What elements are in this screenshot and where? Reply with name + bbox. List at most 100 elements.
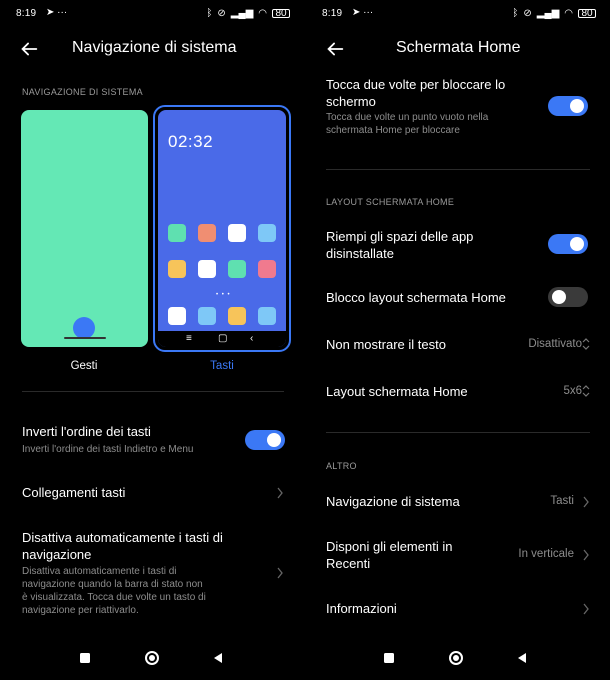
- section-label: LAYOUT SCHERMATA HOME: [326, 197, 455, 207]
- auto-disable-keys-row[interactable]: Disattiva automaticamente i tasti di nav…: [0, 530, 304, 620]
- page-title: Navigazione di sistema: [72, 39, 237, 56]
- chevron-right-icon: [583, 496, 589, 508]
- app-icon: [198, 224, 216, 242]
- app-icon: [258, 224, 276, 242]
- app-icon: [228, 224, 246, 242]
- row-title: Informazioni: [326, 601, 397, 616]
- tasti-label: Tasti: [210, 360, 234, 372]
- up-down-icon: [582, 338, 590, 350]
- left-screen: 8:19 ➤ ··· ᛒ ⊘ ▂▄▆ ◠ 80 Navigazione di s…: [0, 0, 304, 680]
- row-title-line2: schermo: [326, 94, 376, 109]
- divider: [326, 169, 590, 170]
- signal-icon: ▂▄▆: [536, 8, 560, 19]
- row-subtitle-line2: navigazione quando la barra di stato non: [22, 579, 203, 590]
- dock-icon: [228, 307, 246, 325]
- gesture-bar: [64, 337, 106, 339]
- header: Navigazione di sistema: [0, 38, 304, 60]
- status-time: 8:19: [16, 8, 37, 19]
- wifi-icon: ◠: [564, 8, 573, 19]
- hide-text-row[interactable]: Non mostrare il testo Disattivato: [306, 337, 610, 355]
- telegram-icon: ➤ ···: [352, 7, 374, 18]
- row-title-line2: Recenti: [326, 556, 371, 571]
- row-subtitle-line4: navigazione per riattivarlo.: [22, 605, 139, 616]
- back-arrow-icon[interactable]: [324, 38, 348, 60]
- row-title: Collegamenti tasti: [22, 485, 126, 500]
- divider: [22, 391, 284, 392]
- bluetooth-icon: ᛒ: [512, 8, 519, 19]
- invert-keys-row[interactable]: Inverti l'ordine dei tasti Inverti l'ord…: [0, 424, 304, 460]
- gesture-dot: [73, 317, 95, 339]
- recents-square-icon[interactable]: [381, 650, 397, 666]
- row-subtitle-line2: schermata Home per bloccare: [326, 125, 460, 136]
- section-label: ALTRO: [326, 461, 357, 471]
- signal-icon: ▂▄▆: [230, 8, 254, 19]
- lock-layout-toggle[interactable]: [548, 287, 588, 307]
- chevron-right-icon: [583, 603, 589, 615]
- row-subtitle-line3: è visualizzata. Tocca due volte un tasto…: [22, 592, 206, 603]
- row-value: In verticale: [518, 548, 574, 560]
- row-value: Tasti: [550, 495, 574, 507]
- row-title-line1: Riempi gli spazi delle app: [326, 229, 474, 244]
- recents-layout-row[interactable]: Disponi gli elementi in Recenti In verti…: [306, 539, 610, 573]
- row-subtitle: Inverti l'ordine dei tasti Indietro e Me…: [22, 444, 194, 455]
- row-title: Non mostrare il testo: [326, 337, 446, 352]
- telegram-icon: ➤ ···: [46, 7, 68, 18]
- back-arrow-icon[interactable]: [18, 38, 42, 60]
- row-title-line2: disinstallate: [326, 246, 394, 261]
- double-tap-lock-row[interactable]: Tocca due volte per bloccare lo schermo …: [306, 77, 610, 139]
- dock-icon: [168, 307, 186, 325]
- page-dots: • • •: [216, 292, 231, 298]
- gesti-preview-card[interactable]: [21, 110, 148, 347]
- battery-icon: 80: [578, 9, 596, 19]
- back-triangle-icon[interactable]: [514, 650, 530, 666]
- section-label: NAVIGAZIONE DI SISTEMA: [22, 87, 143, 97]
- row-value: 5x6: [563, 385, 582, 397]
- fill-gaps-toggle[interactable]: [548, 234, 588, 254]
- mini-navbar: ≡ ▢ ‹: [158, 331, 286, 347]
- system-navbar: [0, 636, 304, 680]
- key-shortcuts-row[interactable]: Collegamenti tasti: [0, 485, 304, 503]
- divider: [326, 432, 590, 433]
- chevron-right-icon: [277, 567, 283, 579]
- mini-back-icon: ‹: [250, 333, 254, 344]
- row-title: Inverti l'ordine dei tasti: [22, 424, 151, 439]
- invert-keys-toggle[interactable]: [245, 430, 285, 450]
- chevron-right-icon: [583, 549, 589, 561]
- home-circle-icon[interactable]: [448, 650, 464, 666]
- header: Schermata Home: [306, 38, 610, 60]
- fill-gaps-row[interactable]: Riempi gli spazi delle app disinstallate: [306, 229, 610, 263]
- double-tap-lock-toggle[interactable]: [548, 96, 588, 116]
- info-row[interactable]: Informazioni: [306, 601, 610, 619]
- mini-home-icon: ▢: [218, 333, 228, 344]
- back-triangle-icon[interactable]: [210, 650, 226, 666]
- tasti-preview-screen: 02:32 • • • ≡ ▢ ‹: [158, 110, 286, 347]
- row-title-line1: Tocca due volte per bloccare lo: [326, 77, 506, 92]
- system-navbar: [306, 636, 610, 680]
- row-subtitle-line1: Tocca due volte un punto vuoto nella: [326, 112, 489, 123]
- system-nav-row[interactable]: Navigazione di sistema Tasti: [306, 494, 610, 512]
- row-title: Navigazione di sistema: [326, 494, 460, 509]
- app-icon: [198, 260, 216, 278]
- row-subtitle-line1: Disattiva automaticamente i tasti di: [22, 566, 177, 577]
- app-icon: [258, 260, 276, 278]
- wifi-icon: ◠: [258, 8, 267, 19]
- row-title-line1: Disattiva automaticamente i tasti di: [22, 530, 223, 545]
- recents-square-icon[interactable]: [77, 650, 93, 666]
- row-title-line1: Disponi gli elementi in: [326, 539, 453, 554]
- app-icon: [168, 260, 186, 278]
- bluetooth-icon: ᛒ: [206, 8, 213, 19]
- phone-clock: 02:32: [168, 132, 214, 151]
- row-title: Layout schermata Home: [326, 384, 468, 399]
- app-icon: [168, 224, 186, 242]
- gesti-label: Gesti: [70, 360, 98, 372]
- alarm-off-icon: ⊘: [523, 8, 532, 19]
- row-title-line2: navigazione: [22, 547, 92, 562]
- row-value: Disattivato: [528, 338, 582, 350]
- status-time: 8:19: [322, 8, 343, 19]
- page-title: Schermata Home: [396, 39, 521, 56]
- lock-layout-row[interactable]: Blocco layout schermata Home: [306, 287, 610, 308]
- home-layout-row[interactable]: Layout schermata Home 5x6: [306, 384, 610, 402]
- status-bar: 8:19 ➤ ··· ᛒ ⊘ ▂▄▆ ◠ 80: [322, 7, 596, 22]
- home-circle-icon[interactable]: [144, 650, 160, 666]
- battery-icon: 80: [272, 9, 290, 19]
